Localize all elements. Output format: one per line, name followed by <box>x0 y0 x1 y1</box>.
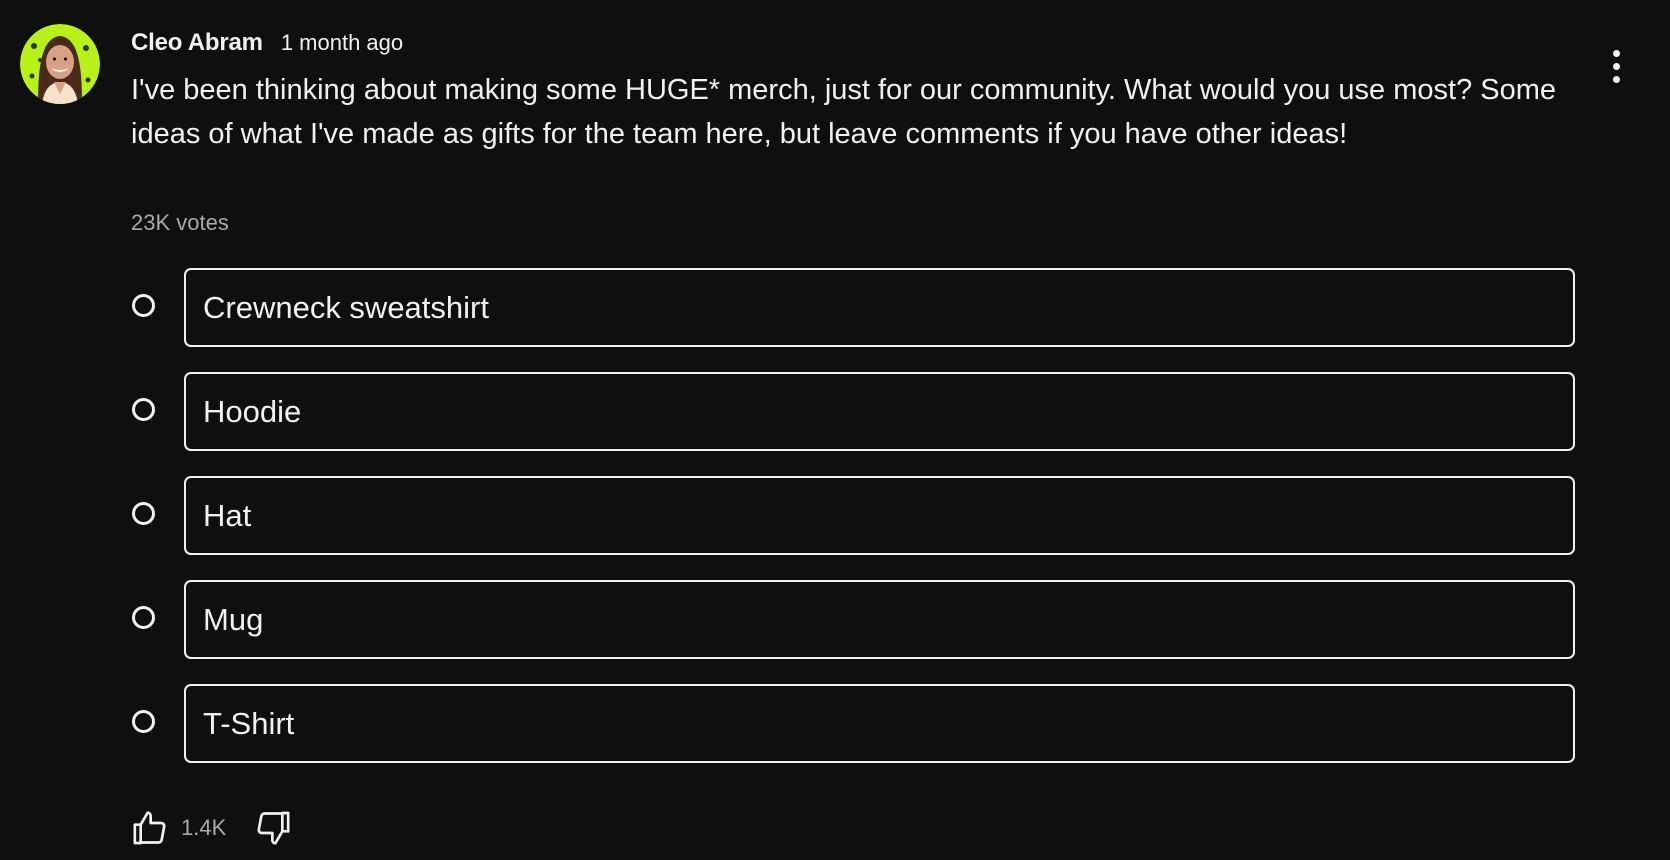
radio-button[interactable] <box>132 502 155 525</box>
more-vertical-icon-dot <box>1612 62 1620 70</box>
community-post: Cleo Abram 1 month ago I've been thinkin… <box>0 0 1670 860</box>
more-vertical-icon <box>1612 49 1620 57</box>
avatar-image <box>20 24 100 104</box>
dislike-button[interactable] <box>252 806 296 850</box>
thumbs-down-icon <box>257 811 290 845</box>
like-button[interactable] <box>127 806 171 850</box>
poll-option[interactable]: Hat <box>128 476 1578 556</box>
poll-option-label[interactable]: Crewneck sweatshirt <box>184 268 1575 347</box>
post-actions: 1.4K <box>127 806 296 850</box>
like-count: 1.4K <box>181 815 227 840</box>
post-time[interactable]: 1 month ago <box>281 30 403 56</box>
radio-button[interactable] <box>132 710 155 733</box>
more-vertical-icon-dot <box>1612 75 1620 83</box>
radio-button[interactable] <box>132 294 155 317</box>
more-actions-button[interactable] <box>1594 40 1638 92</box>
thumbs-up-icon <box>133 811 166 845</box>
radio-button[interactable] <box>132 606 155 629</box>
author-name[interactable]: Cleo Abram <box>131 29 263 57</box>
author-avatar[interactable] <box>20 24 100 104</box>
poll-option-label[interactable]: T-Shirt <box>184 684 1575 763</box>
post-text: I've been thinking about making some HUG… <box>131 74 1557 150</box>
radio-button[interactable] <box>132 398 155 421</box>
poll-option-label[interactable]: Hoodie <box>184 372 1575 451</box>
vote-count: 23K votes <box>131 210 229 235</box>
poll-option-label[interactable]: Hat <box>184 476 1575 555</box>
poll-option[interactable]: Hoodie <box>128 372 1578 452</box>
poll-option[interactable]: T-Shirt <box>128 684 1578 764</box>
post-header: Cleo Abram 1 month ago <box>131 26 403 60</box>
poll-option[interactable]: Crewneck sweatshirt <box>128 268 1578 348</box>
poll-option[interactable]: Mug <box>128 580 1578 660</box>
poll-option-label[interactable]: Mug <box>184 580 1575 659</box>
